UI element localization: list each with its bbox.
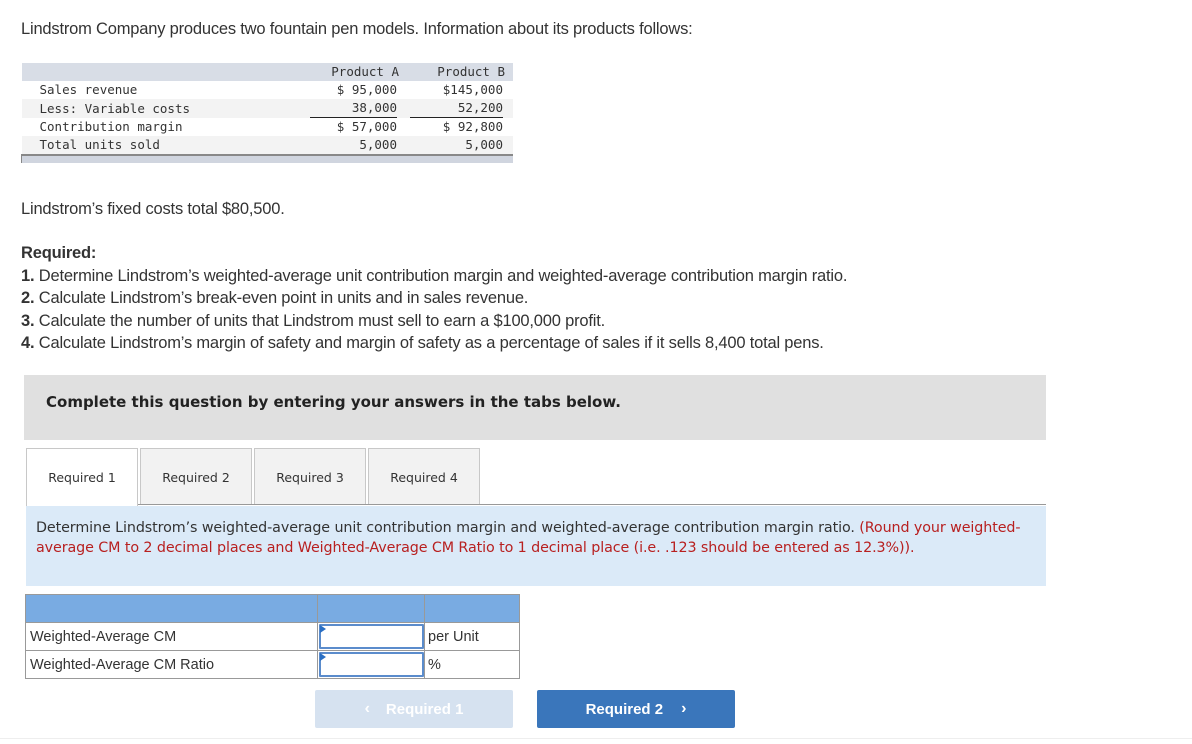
header-product-b: Product B bbox=[407, 63, 513, 81]
header-product-a: Product A bbox=[297, 63, 407, 81]
answer-unit: per Unit bbox=[424, 622, 520, 651]
answer-row: Weighted-Average CM per Unit bbox=[25, 622, 520, 651]
prev-button-label: Required 1 bbox=[385, 700, 464, 718]
input-flag-icon bbox=[320, 653, 326, 661]
required-item-text: Calculate the number of units that Linds… bbox=[34, 311, 605, 330]
required-item-number: 1. bbox=[21, 266, 35, 285]
answer-unit: % bbox=[424, 650, 520, 679]
tab-required-2[interactable]: Required 2 bbox=[140, 448, 252, 505]
required-item: 3. Calculate the number of units that Li… bbox=[21, 310, 847, 333]
tab-required-4[interactable]: Required 4 bbox=[368, 448, 480, 505]
required-item-number: 3. bbox=[21, 311, 35, 330]
answer-label: Weighted-Average CM bbox=[25, 622, 318, 651]
product-b-value: $145,000 bbox=[442, 82, 503, 97]
row-label: Less: Variable costs bbox=[21, 99, 297, 118]
product-b-value: 52,200 bbox=[409, 99, 503, 118]
product-b-value: $ 92,800 bbox=[442, 119, 503, 134]
tab-divider bbox=[26, 504, 1046, 505]
required-item-text: Calculate Lindstrom’s break-even point i… bbox=[34, 289, 529, 307]
tab-bar: Required 1 Required 2 Required 3 Require… bbox=[26, 448, 482, 506]
fixed-costs-text: Lindstrom’s fixed costs total $80,500. bbox=[21, 200, 285, 218]
required-item-number: 4. bbox=[21, 334, 35, 352]
answer-header-row bbox=[25, 594, 520, 623]
question-panel: Determine Lindstrom’s weighted-average u… bbox=[26, 506, 1046, 586]
table-row: Contribution margin $ 57,000 $ 92,800 bbox=[22, 118, 514, 136]
bottom-divider bbox=[0, 738, 1192, 739]
product-b-value: 5,000 bbox=[407, 136, 513, 155]
tab-required-1[interactable]: Required 1 bbox=[26, 448, 138, 506]
answer-table: Weighted-Average CM per Unit Weighted-Av… bbox=[25, 594, 520, 679]
required-item: 4. Calculate Lindstrom’s margin of safet… bbox=[21, 332, 847, 355]
instruction-text: Complete this question by entering your … bbox=[46, 393, 621, 411]
product-a-value: $ 57,000 bbox=[336, 119, 397, 134]
intro-text: Lindstrom Company produces two fountain … bbox=[21, 20, 693, 38]
product-info-table: Product A Product B Sales revenue $ 95,0… bbox=[21, 63, 513, 163]
row-label: Contribution margin bbox=[39, 119, 183, 134]
required-item-text: Calculate Lindstrom’s margin of safety a… bbox=[34, 334, 824, 352]
product-a-value: $ 95,000 bbox=[336, 82, 397, 97]
question-text: Determine Lindstrom’s weighted-average u… bbox=[36, 520, 860, 536]
required-section: Required: 1. Determine Lindstrom’s weigh… bbox=[21, 242, 847, 355]
table-row: Total units sold 5,000 5,000 bbox=[21, 136, 513, 155]
instruction-banner: Complete this question by entering your … bbox=[24, 375, 1046, 440]
tab-required-3[interactable]: Required 3 bbox=[254, 448, 366, 505]
answer-row: Weighted-Average CM Ratio % bbox=[25, 650, 520, 679]
table-row: Sales revenue $ 95,000 $145,000 bbox=[22, 81, 514, 99]
weighted-average-cm-input[interactable] bbox=[318, 624, 424, 649]
table-header-row: Product A Product B bbox=[21, 63, 513, 81]
input-flag-icon bbox=[320, 625, 326, 633]
required-heading: Required: bbox=[21, 244, 97, 262]
row-label: Total units sold bbox=[21, 136, 297, 155]
required-item: 2. Calculate Lindstrom’s break-even poin… bbox=[21, 287, 847, 310]
row-label: Sales revenue bbox=[39, 82, 138, 97]
table-footer bbox=[21, 154, 513, 163]
next-required-button[interactable]: Required 2 › bbox=[537, 690, 735, 728]
required-item-text: Determine Lindstrom’s weighted-average u… bbox=[34, 266, 848, 285]
required-item-number: 2. bbox=[21, 289, 35, 307]
header-blank bbox=[21, 63, 297, 81]
next-button-label: Required 2 bbox=[585, 700, 664, 718]
product-a-value: 5,000 bbox=[297, 136, 407, 155]
product-a-value: 38,000 bbox=[309, 99, 397, 118]
weighted-average-cm-ratio-input[interactable] bbox=[318, 652, 424, 677]
table-row: Less: Variable costs 38,000 52,200 bbox=[21, 99, 513, 118]
chevron-right-icon: › bbox=[681, 700, 687, 717]
prev-required-button[interactable]: ‹ Required 1 bbox=[315, 690, 513, 728]
chevron-left-icon: ‹ bbox=[364, 700, 370, 717]
required-item: 1. Determine Lindstrom’s weighted-averag… bbox=[21, 265, 847, 288]
answer-label: Weighted-Average CM Ratio bbox=[25, 650, 318, 679]
